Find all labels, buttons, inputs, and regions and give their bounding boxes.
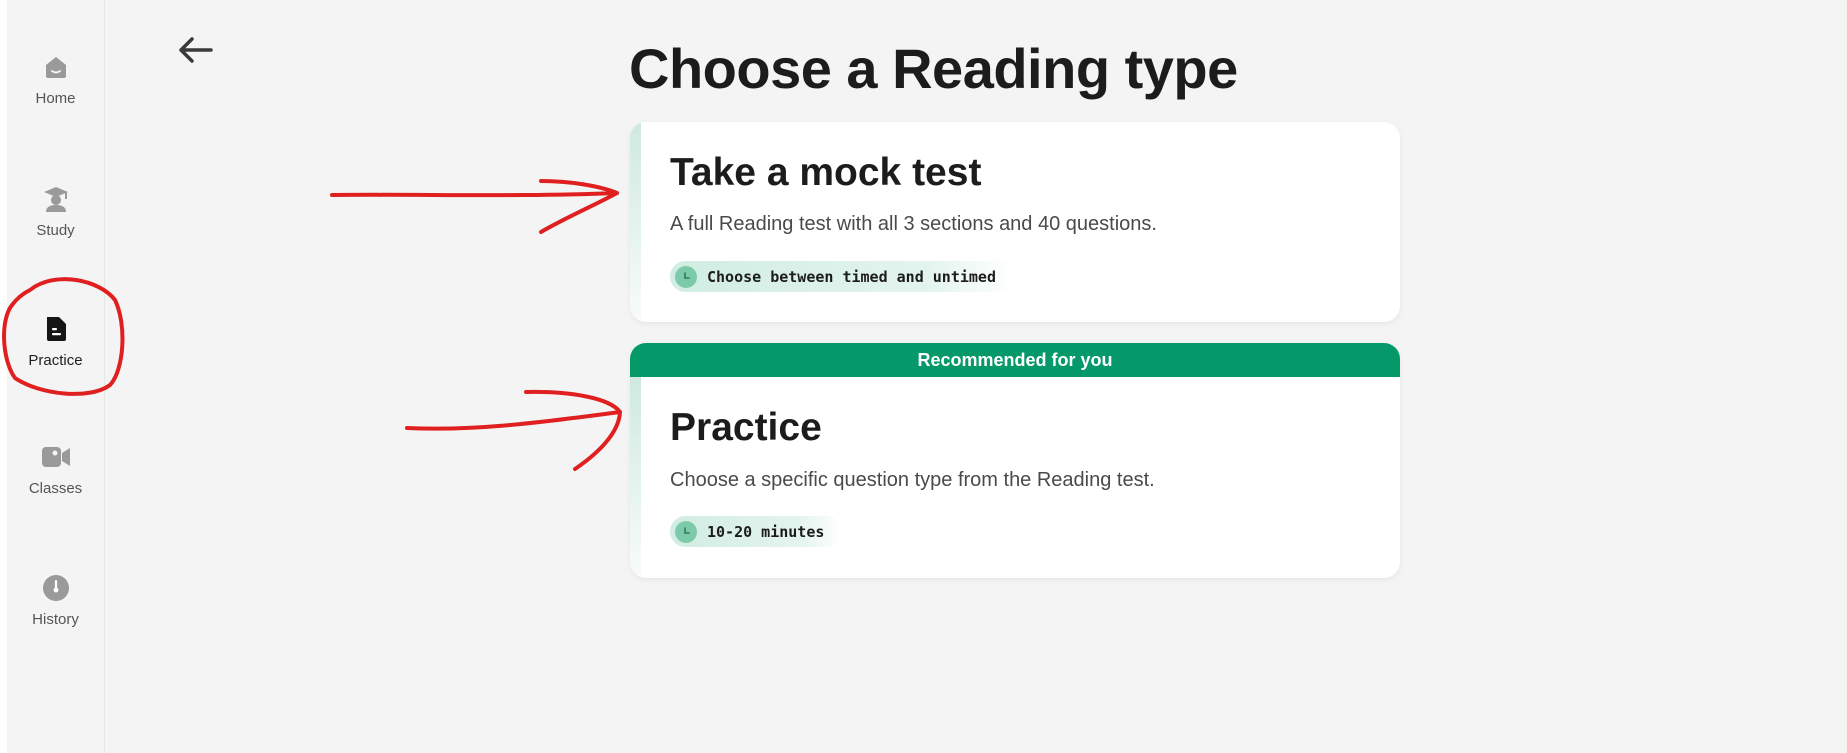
chip-label: 10-20 minutes bbox=[707, 522, 825, 541]
window-edge bbox=[0, 0, 7, 753]
annotation-arrow-mock bbox=[330, 179, 619, 234]
sidebar-item-home[interactable]: Home bbox=[7, 52, 104, 132]
back-arrow-icon bbox=[174, 37, 216, 72]
duration-chip: Choose between timed and untimed bbox=[670, 261, 1014, 292]
duration-chip: 10-20 minutes bbox=[670, 516, 843, 547]
graduation-cap-icon bbox=[41, 184, 71, 214]
back-button[interactable] bbox=[174, 32, 216, 68]
practice-card[interactable]: Recommended for you Practice Choose a sp… bbox=[630, 343, 1400, 578]
sidebar-item-history[interactable]: History bbox=[7, 573, 104, 653]
clock-icon bbox=[41, 573, 71, 603]
annotation-arrow-practice bbox=[405, 389, 622, 471]
clock-icon bbox=[675, 265, 697, 288]
sidebar-item-classes[interactable]: Classes bbox=[7, 442, 104, 522]
card-description: Choose a specific question type from the… bbox=[670, 469, 1155, 491]
card-title: Practice bbox=[670, 406, 822, 449]
page-title: Choose a Reading type bbox=[629, 37, 1238, 100]
sidebar-item-label: Home bbox=[35, 90, 76, 107]
document-icon bbox=[41, 314, 71, 344]
video-camera-icon bbox=[41, 442, 71, 472]
clock-icon bbox=[675, 520, 697, 543]
mock-test-card[interactable]: Take a mock test A full Reading test wit… bbox=[630, 122, 1400, 322]
chip-label: Choose between timed and untimed bbox=[707, 267, 996, 286]
sidebar-item-label: Practice bbox=[28, 352, 83, 369]
sidebar-item-label: Study bbox=[36, 222, 75, 239]
card-accent bbox=[630, 377, 641, 578]
sidebar-item-study[interactable]: Study bbox=[7, 184, 104, 264]
card-title: Take a mock test bbox=[670, 151, 982, 194]
sidebar-item-practice[interactable]: Practice bbox=[7, 314, 104, 394]
sidebar-item-label: Classes bbox=[28, 480, 83, 497]
sidebar: Home Study Practice Classes History bbox=[7, 0, 105, 753]
card-accent bbox=[630, 122, 641, 322]
recommended-banner: Recommended for you bbox=[630, 343, 1400, 377]
home-icon bbox=[41, 52, 71, 82]
card-description: A full Reading test with all 3 sections … bbox=[670, 213, 1157, 235]
sidebar-item-label: History bbox=[32, 611, 79, 628]
